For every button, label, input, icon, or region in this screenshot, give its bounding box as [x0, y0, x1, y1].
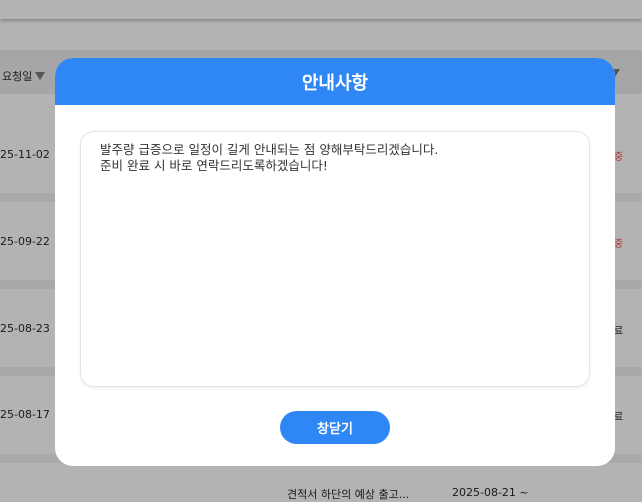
notice-message: 발주량 급증으로 일정이 길게 안내되는 점 양해부탁드리겠습니다. 준비 완료…: [100, 142, 589, 174]
close-modal-button[interactable]: 창닫기: [280, 411, 390, 444]
background-row-status: 중: [614, 239, 624, 250]
sort-down-icon: [35, 72, 46, 80]
modal-header: 안내사항: [55, 58, 615, 105]
background-row-date: 25-11-02: [0, 148, 50, 161]
background-row-status: 중: [614, 152, 624, 163]
background-row-date: 25-08-17: [0, 408, 50, 421]
notice-message-box: 발주량 급증으로 일정이 길게 안내되는 점 양해부탁드리겠습니다. 준비 완료…: [80, 131, 590, 387]
background-note-text: 견적서 하단의 예상 출고...: [287, 488, 410, 501]
background-row-date: 25-09-22: [0, 235, 50, 248]
background-row-date: 25-08-23: [0, 322, 50, 335]
modal-title: 안내사항: [301, 72, 369, 94]
notice-message-line: 발주량 급증으로 일정이 길게 안내되는 점 양해부탁드리겠습니다.: [100, 142, 439, 157]
background-row-status: 료: [614, 326, 624, 337]
notice-message-line: 준비 완료 시 바로 연락드리도록하겠습니다!: [100, 158, 328, 173]
background-header-label: 요청일: [2, 70, 33, 83]
background-header-request-date: 요청일: [2, 68, 46, 84]
background-date-range: 2025-08-21 ~: [452, 486, 529, 499]
background-top-bar: [0, 0, 642, 19]
notice-modal: 안내사항 발주량 급증으로 일정이 길게 안내되는 점 양해부탁드리겠습니다. …: [55, 58, 615, 466]
background-row-status: 료: [614, 412, 624, 423]
